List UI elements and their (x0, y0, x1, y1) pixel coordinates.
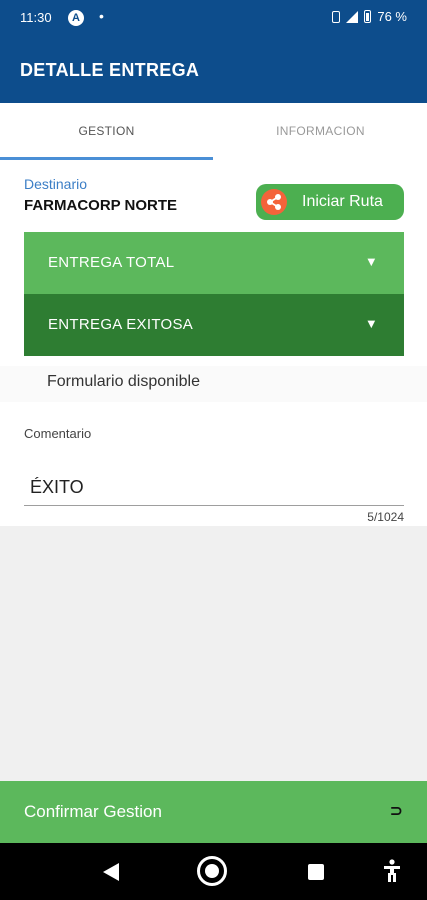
app-bar: 11:30 A • 76 % DETALLE ENTREGA (0, 0, 427, 103)
dropdown-arrow-icon: ▼ (364, 316, 378, 331)
tab-informacion[interactable]: INFORMACION (214, 103, 427, 160)
share-icon (261, 189, 287, 215)
home-icon[interactable] (197, 856, 227, 886)
destination-label: Destinario (24, 176, 88, 192)
destination-value: FARMACORP NORTE (24, 197, 178, 214)
delivery-status-value: ENTREGA EXITOSA (48, 316, 194, 333)
dropdown-arrow-icon: ▼ (364, 254, 378, 269)
status-indicators: 76 % (332, 9, 407, 24)
delivery-status-dropdown[interactable]: ENTREGA EXITOSA ▼ (24, 294, 404, 356)
notification-dot-icon: • (99, 8, 104, 24)
delivery-type-dropdown[interactable]: ENTREGA TOTAL ▼ (24, 232, 404, 294)
back-icon[interactable] (103, 863, 119, 881)
system-nav-bar (0, 843, 427, 900)
tab-bar: GESTION INFORMACION (0, 103, 427, 160)
comment-label: Comentario (24, 426, 92, 441)
confirm-label: Confirmar Gestion (24, 802, 162, 821)
recent-apps-icon[interactable] (308, 864, 324, 880)
battery-icon (364, 10, 372, 23)
form-available-label[interactable]: Formulario disponible (47, 373, 200, 391)
status-bar: 11:30 A • 76 % (0, 0, 427, 36)
signal-icon (346, 10, 359, 23)
comment-input[interactable] (24, 470, 404, 506)
vibrate-icon (332, 10, 341, 23)
undo-icon: ⊃ (389, 803, 403, 820)
app-notification-icon: A (68, 10, 84, 26)
tab-gestion[interactable]: GESTION (0, 103, 213, 160)
confirm-button[interactable]: Confirmar Gestion ⊃ (0, 781, 427, 843)
start-route-button[interactable]: Iniciar Ruta (256, 184, 404, 220)
comment-char-counter: 5/1024 (367, 510, 404, 524)
status-time: 11:30 (20, 10, 52, 25)
page-title: DETALLE ENTREGA (20, 60, 200, 80)
accessibility-icon[interactable] (383, 859, 401, 883)
start-route-label: Iniciar Ruta (302, 193, 383, 210)
delivery-type-value: ENTREGA TOTAL (48, 254, 175, 271)
battery-percent: 76 % (377, 9, 407, 24)
